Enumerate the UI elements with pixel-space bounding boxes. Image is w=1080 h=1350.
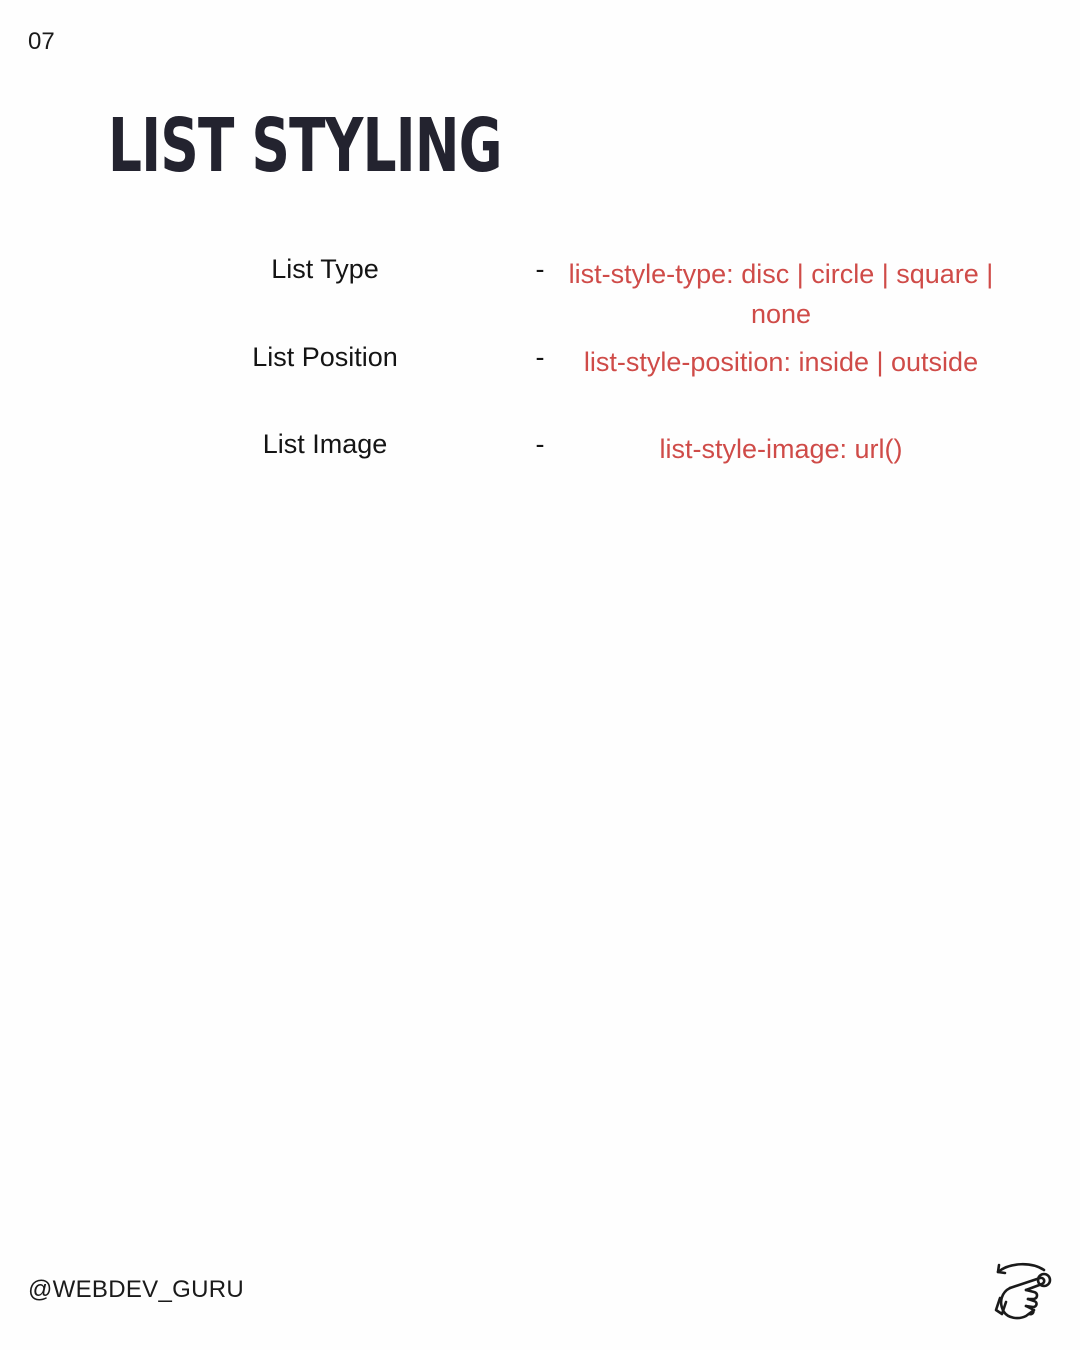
page-number: 07 xyxy=(28,28,55,55)
dash-separator: - xyxy=(535,429,545,459)
property-label: List Position xyxy=(252,342,398,372)
property-label: List Image xyxy=(262,429,388,459)
property-value: list-style-image: url() xyxy=(659,434,903,464)
property-value: list-style-type: disc | circle | square … xyxy=(568,259,994,329)
property-label: List Type xyxy=(271,254,379,284)
dash-separator: - xyxy=(535,342,545,372)
swipe-hand-icon[interactable] xyxy=(988,1258,1058,1328)
property-value: list-style-position: inside | outside xyxy=(583,347,979,377)
page-title: LIST STYLING xyxy=(108,103,503,189)
footer-handle: @WEBDEV_GURU xyxy=(28,1276,244,1303)
dash-separator: - xyxy=(535,254,545,284)
